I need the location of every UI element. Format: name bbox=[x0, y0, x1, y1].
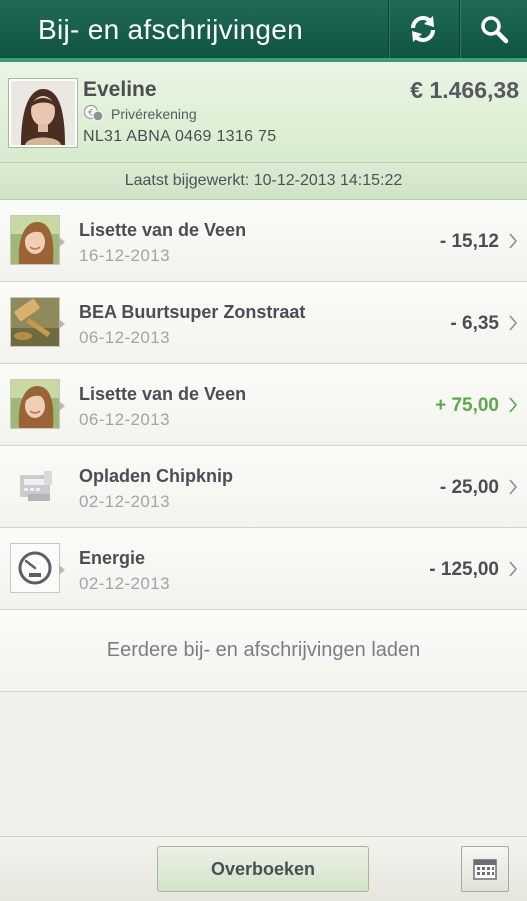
account-iban: NL31 ABNA 0469 1316 75 bbox=[83, 128, 277, 145]
transaction-row[interactable]: Lisette van de Veen 06-12-2013 + 75,00 bbox=[0, 364, 527, 446]
transaction-name: Lisette van de Veen bbox=[79, 384, 247, 404]
thumbnail-pointer bbox=[59, 401, 65, 411]
chevron-right-icon bbox=[509, 315, 518, 331]
transaction-amount: - 25,00 bbox=[439, 477, 499, 498]
transaction-date: 02-12-2013 bbox=[79, 574, 170, 593]
refresh-icon bbox=[411, 16, 435, 42]
euro-coins-icon: € bbox=[83, 104, 104, 122]
thumbnail-pointer bbox=[59, 319, 65, 329]
category-thumbnail bbox=[10, 543, 60, 593]
transaction-name: Opladen Chipknip bbox=[79, 466, 234, 486]
transaction-amount: - 15,12 bbox=[439, 231, 499, 252]
search-icon bbox=[481, 16, 509, 44]
top-action-bar: Bij- en afschrijvingen bbox=[0, 0, 527, 62]
transaction-date: 06-12-2013 bbox=[79, 410, 170, 429]
chevron-right-icon bbox=[509, 397, 518, 413]
chevron-right-icon bbox=[509, 561, 518, 577]
account-type: Privérekening bbox=[111, 106, 197, 122]
transaction-date: 06-12-2013 bbox=[79, 328, 170, 347]
avatar bbox=[9, 79, 77, 147]
account-balance: € 1.466,38 bbox=[410, 77, 519, 103]
energy-meter-icon bbox=[11, 544, 59, 592]
chevron-right-icon bbox=[509, 233, 518, 249]
person-photo-icon bbox=[11, 216, 59, 264]
transaction-list: Lisette van de Veen 16-12-2013 - 15,12 B… bbox=[0, 200, 527, 692]
calendar-button[interactable] bbox=[461, 846, 509, 892]
bottom-action-bar: Overboeken bbox=[0, 836, 527, 901]
refresh-button[interactable] bbox=[388, 0, 457, 58]
thumbnail-pointer bbox=[59, 565, 65, 575]
transaction-date: 02-12-2013 bbox=[79, 492, 170, 511]
contact-thumbnail bbox=[10, 379, 60, 429]
auction-gavel-icon bbox=[11, 298, 59, 346]
transaction-row[interactable]: Energie 02-12-2013 - 125,00 bbox=[0, 528, 527, 610]
profile-photo-icon bbox=[11, 81, 75, 145]
transaction-name: Lisette van de Veen bbox=[79, 220, 247, 240]
category-thumbnail bbox=[10, 461, 60, 511]
search-button[interactable] bbox=[459, 0, 527, 58]
transaction-row[interactable]: Opladen Chipknip 02-12-2013 - 25,00 bbox=[0, 446, 527, 528]
merchant-thumbnail bbox=[10, 297, 60, 347]
transaction-row[interactable]: BEA Buurtsuper Zonstraat 06-12-2013 - 6,… bbox=[0, 282, 527, 364]
transaction-amount: - 6,35 bbox=[450, 313, 499, 334]
card-terminal-icon bbox=[20, 471, 52, 501]
contact-thumbnail bbox=[10, 215, 60, 265]
calendar-icon bbox=[473, 859, 497, 880]
transaction-date: 16-12-2013 bbox=[79, 246, 170, 265]
transaction-amount: - 125,00 bbox=[429, 559, 499, 580]
page-title: Bij- en afschrijvingen bbox=[38, 14, 303, 45]
person-photo-icon bbox=[11, 380, 59, 428]
transaction-name: BEA Buurtsuper Zonstraat bbox=[79, 302, 306, 322]
transaction-row[interactable]: Lisette van de Veen 16-12-2013 - 15,12 bbox=[0, 200, 527, 282]
last-updated-bar: Laatst bijgewerkt: 10-12-2013 14:15:22 bbox=[0, 163, 527, 200]
chevron-right-icon bbox=[509, 479, 518, 495]
transaction-amount-credit: + 75,00 bbox=[435, 395, 499, 416]
account-holder-name: Eveline bbox=[83, 78, 157, 101]
load-more-button[interactable]: Eerdere bij- en afschrijvingen laden bbox=[0, 610, 527, 692]
transaction-name: Energie bbox=[79, 548, 146, 568]
transfer-button[interactable]: Overboeken bbox=[157, 846, 369, 892]
account-summary[interactable]: Eveline € Privérekening NL31 ABNA 0469 1… bbox=[0, 62, 527, 163]
thumbnail-pointer bbox=[59, 237, 65, 247]
